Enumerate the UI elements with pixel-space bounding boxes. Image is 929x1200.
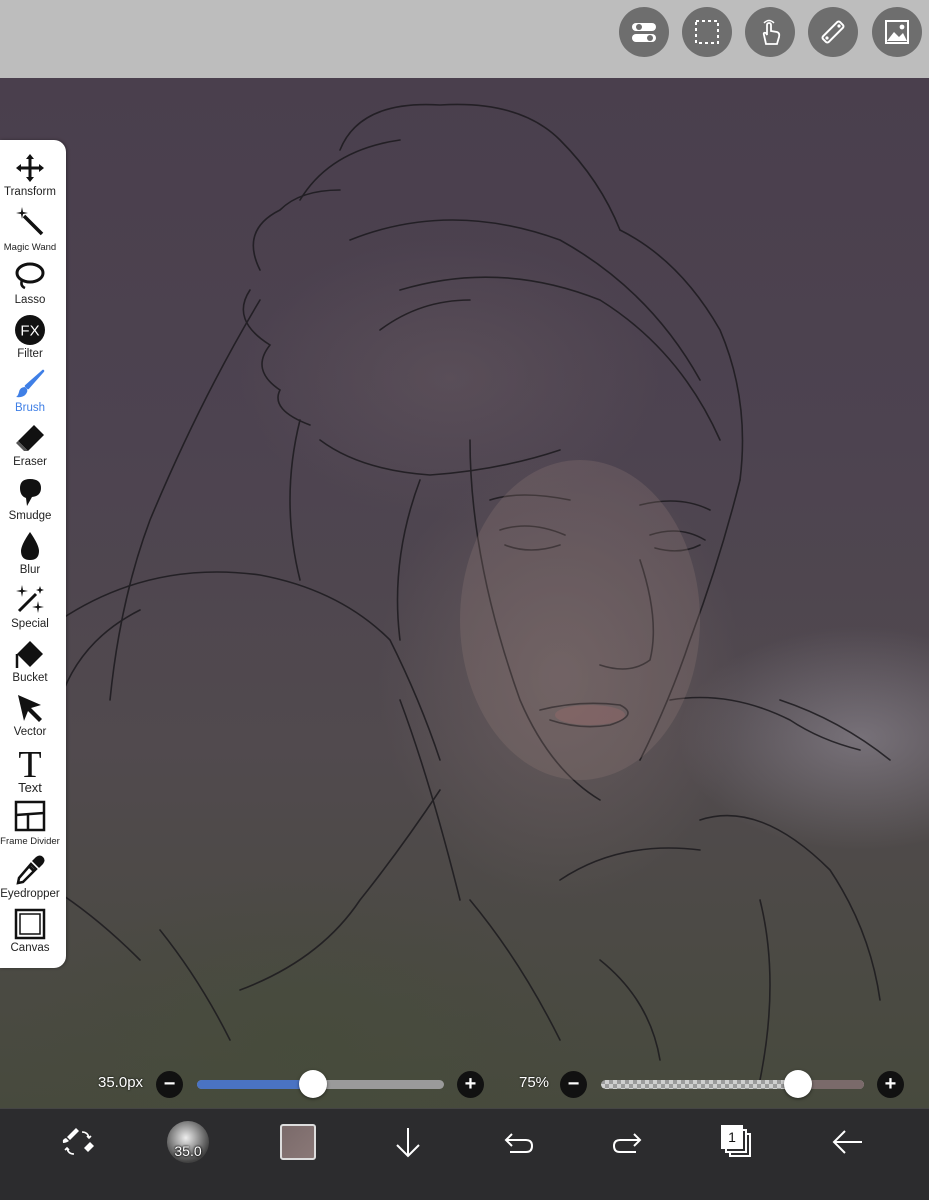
layers-button[interactable]: 1 — [713, 1117, 763, 1167]
tool-palette: Transform Magic Wand Lasso FX Filter Bru… — [0, 140, 66, 968]
tool-label: Bucket — [12, 672, 48, 684]
swap-brush-eraser-icon — [62, 1128, 94, 1155]
tool-label: Filter — [17, 348, 43, 360]
redo-button[interactable] — [603, 1117, 653, 1167]
opacity-slider[interactable] — [601, 1080, 864, 1089]
top-toolbar — [0, 0, 929, 78]
tool-lasso[interactable]: Lasso — [0, 258, 60, 312]
tool-label: Brush — [14, 402, 46, 414]
tool-transform[interactable]: Transform — [0, 150, 60, 204]
text-T-icon: T — [18, 746, 41, 780]
toggle-settings-button[interactable] — [619, 7, 669, 57]
tool-label: Canvas — [10, 942, 50, 954]
tool-label: Lasso — [14, 294, 46, 306]
gesture-button[interactable] — [745, 7, 795, 57]
tool-label: Smudge — [8, 510, 52, 522]
tool-text[interactable]: T Text — [0, 744, 60, 798]
bottom-toolbar: 35.0 1 — [0, 1108, 929, 1200]
tool-special[interactable]: Special — [0, 582, 60, 636]
tool-eyedropper[interactable]: Eyedropper — [0, 852, 60, 906]
tool-label: Magic Wand — [3, 242, 57, 253]
tool-eraser[interactable]: Eraser — [0, 420, 60, 474]
opacity-value: 75% — [519, 1074, 550, 1091]
eraser-icon — [16, 425, 44, 451]
color-button[interactable] — [273, 1117, 323, 1167]
brush-size-thumb[interactable] — [299, 1070, 328, 1098]
canvas-square-icon — [14, 908, 46, 940]
undo-icon — [504, 1133, 534, 1153]
selection-button[interactable] — [682, 7, 732, 57]
undo-button[interactable] — [493, 1117, 543, 1167]
tool-smudge[interactable]: Smudge — [0, 474, 60, 528]
tool-brush[interactable]: Brush — [0, 366, 60, 420]
back-button[interactable] — [823, 1117, 873, 1167]
arrow-cursor-icon — [18, 695, 42, 722]
material-button[interactable] — [872, 7, 922, 57]
tool-bucket[interactable]: Bucket — [0, 636, 60, 690]
brush-icon — [16, 369, 45, 398]
image-gallery-icon — [885, 20, 909, 44]
tool-canvas[interactable]: Canvas — [0, 906, 60, 960]
smudge-icon — [20, 479, 41, 506]
bucket-icon — [15, 641, 43, 668]
magic-wand-icon — [16, 207, 44, 236]
dashed-selection-icon — [695, 20, 719, 44]
artwork-sketch — [19, 103, 891, 1081]
svg-text:T: T — [18, 746, 41, 780]
tool-vector[interactable]: Vector — [0, 690, 60, 744]
frame-divider-icon — [14, 800, 46, 832]
brush-size-decrease-button[interactable]: − — [156, 1071, 183, 1098]
tool-label: Blur — [19, 564, 41, 576]
tool-blur[interactable]: Blur — [0, 528, 60, 582]
back-arrow-icon — [832, 1130, 862, 1154]
fx-icon: FX — [15, 315, 45, 345]
opacity-increase-button[interactable]: + — [877, 1071, 904, 1098]
brush-preview-icon: 35.0 — [167, 1121, 209, 1163]
color-swatch-icon — [280, 1124, 316, 1160]
eyedropper-icon — [16, 855, 45, 885]
droplet-icon — [21, 532, 39, 560]
tool-label: Special — [11, 618, 49, 630]
tool-label: Vector — [13, 726, 47, 738]
brush-size-fill — [197, 1080, 314, 1089]
svg-text:FX: FX — [20, 323, 39, 340]
tool-label: Frame Divider — [0, 836, 60, 847]
opacity-decrease-button[interactable]: − — [560, 1071, 587, 1098]
swap-brush-eraser-button[interactable] — [53, 1117, 103, 1167]
brush-size-increase-button[interactable]: + — [457, 1071, 484, 1098]
tool-magic-wand[interactable]: Magic Wand — [0, 204, 60, 258]
ruler-button[interactable] — [808, 7, 858, 57]
import-button[interactable] — [383, 1117, 433, 1167]
tool-label: Eraser — [13, 456, 47, 468]
tool-frame-divider[interactable]: Frame Divider — [0, 798, 60, 852]
brush-settings-button[interactable]: 35.0 — [163, 1117, 213, 1167]
brush-size-value: 35.0px — [98, 1074, 144, 1091]
sparkles-icon — [16, 585, 44, 613]
import-down-arrow-icon — [396, 1128, 420, 1158]
brush-preview-label: 35.0 — [174, 1143, 202, 1159]
lasso-icon — [15, 262, 45, 290]
toggle-switches-icon — [632, 23, 656, 42]
move-arrows-icon — [16, 154, 44, 182]
drawing-canvas[interactable] — [0, 78, 929, 1108]
tool-label: Eyedropper — [0, 888, 60, 900]
layer-count: 1 — [721, 1125, 743, 1149]
ruler-icon — [821, 20, 845, 44]
redo-icon — [612, 1133, 642, 1153]
touch-hand-icon — [762, 19, 781, 45]
tool-label: Text — [18, 780, 42, 795]
tool-label: Transform — [4, 186, 56, 198]
tool-filter[interactable]: FX Filter — [0, 312, 60, 366]
layers-icon: 1 — [721, 1125, 755, 1159]
